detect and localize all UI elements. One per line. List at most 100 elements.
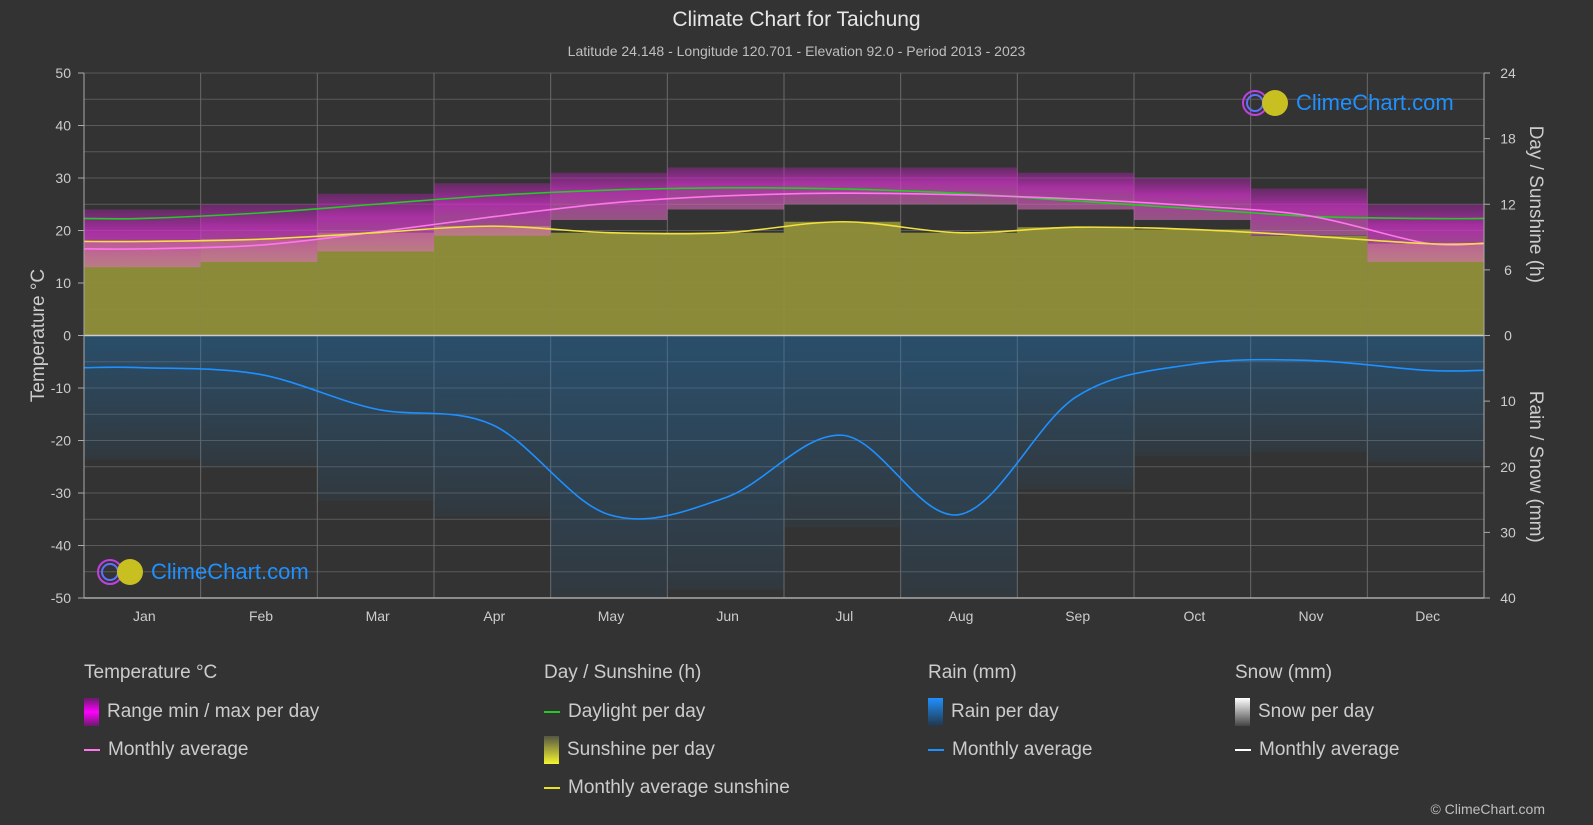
legend-item: Monthly average xyxy=(1235,738,1399,762)
month-label: Feb xyxy=(249,608,273,624)
legend-label: Monthly average xyxy=(108,739,249,760)
legend-label: Monthly average sunshine xyxy=(568,777,790,798)
line-swatch-icon xyxy=(1235,749,1251,751)
legend-title: Temperature °C xyxy=(84,662,218,683)
right-tick-label: 24 xyxy=(1500,65,1516,81)
month-label: Jan xyxy=(133,608,156,624)
sunshine-bar xyxy=(667,232,784,336)
logo-icon xyxy=(97,559,143,585)
right-axis-title-bottom: Rain / Snow (mm) xyxy=(1525,391,1546,543)
month-label: Aug xyxy=(949,608,974,624)
right-tick-label: 10 xyxy=(1500,393,1516,409)
right-tick-label: 12 xyxy=(1500,196,1516,212)
legend-snow: Snow (mm) Snow per day Monthly average xyxy=(1235,662,1399,776)
right-tick-label: 18 xyxy=(1500,131,1516,147)
legend-item: Monthly average xyxy=(928,738,1092,762)
sunshine-bar xyxy=(900,232,1018,336)
sunshine-swatch-icon xyxy=(544,736,559,764)
left-tick-label: 50 xyxy=(55,65,71,81)
left-tick-label: -30 xyxy=(51,485,71,501)
legend-label: Rain per day xyxy=(951,701,1059,722)
month-label: May xyxy=(598,608,624,624)
right-tick-label: 20 xyxy=(1500,459,1516,475)
temperature-range-bar xyxy=(1250,188,1368,236)
legend-title: Day / Sunshine (h) xyxy=(544,662,702,683)
copyright[interactable]: © ClimeChart.com xyxy=(1430,801,1545,817)
logo-top-right[interactable]: ClimeChart.com xyxy=(1240,88,1454,118)
rain-bar xyxy=(1134,335,1251,457)
legend-label: Range min / max per day xyxy=(107,701,320,722)
temperature-range-bar xyxy=(900,167,1018,205)
left-tick-label: -40 xyxy=(51,538,71,554)
month-label: Jun xyxy=(716,608,739,624)
rain-bar xyxy=(317,335,434,501)
left-tick-label: -20 xyxy=(51,433,71,449)
line-swatch-icon xyxy=(544,787,560,789)
rain-bar xyxy=(784,335,901,528)
sunshine-bar xyxy=(550,232,668,336)
month-label: Oct xyxy=(1183,608,1205,624)
right-tick-label: 0 xyxy=(1504,328,1512,344)
rain-swatch-icon xyxy=(928,698,943,726)
logo-icon xyxy=(1242,90,1288,116)
legend-item: Range min / max per day xyxy=(84,698,320,726)
legend-item: Sunshine per day xyxy=(544,736,790,764)
rain-bar xyxy=(200,335,318,467)
snow-swatch-icon xyxy=(1235,698,1250,726)
line-swatch-icon xyxy=(544,711,560,713)
month-label: Apr xyxy=(483,608,505,624)
left-tick-label: 0 xyxy=(63,328,71,344)
rain-bar xyxy=(434,335,551,517)
temperature-range-bar xyxy=(1134,178,1251,220)
line-swatch-icon xyxy=(928,749,944,751)
legend-rain: Rain (mm) Rain per day Monthly average xyxy=(928,662,1092,776)
left-tick-label: 40 xyxy=(55,118,71,134)
sunshine-bar xyxy=(1250,235,1368,336)
rain-bar xyxy=(1367,335,1484,463)
legend-title: Rain (mm) xyxy=(928,662,1017,683)
legend-label: Sunshine per day xyxy=(567,739,715,760)
left-tick-label: -50 xyxy=(51,590,71,606)
line-swatch-icon xyxy=(84,749,100,751)
rain-bar xyxy=(550,335,668,598)
legend-item: Snow per day xyxy=(1235,698,1399,726)
sunshine-bar xyxy=(784,221,901,336)
legend-item: Rain per day xyxy=(928,698,1092,726)
rain-bar xyxy=(1017,335,1134,490)
right-tick-label: 40 xyxy=(1500,590,1516,606)
sunshine-bar xyxy=(1017,227,1134,336)
month-label: Nov xyxy=(1299,608,1324,624)
left-tick-label: 10 xyxy=(55,275,71,291)
legend-item: Daylight per day xyxy=(544,700,790,724)
month-label: Sep xyxy=(1065,608,1090,624)
left-axis-title: Temperature °C xyxy=(28,269,49,402)
right-tick-label: 30 xyxy=(1500,524,1516,540)
logo-text: ClimeChart.com xyxy=(151,559,309,584)
month-label: Jul xyxy=(835,608,853,624)
range-swatch-icon xyxy=(84,698,99,726)
legend-label: Monthly average xyxy=(952,739,1093,760)
left-tick-label: -10 xyxy=(51,380,71,396)
left-tick-label: 30 xyxy=(55,170,71,186)
legend-item: Monthly average sunshine xyxy=(544,776,790,800)
rain-bar xyxy=(84,335,201,460)
left-tick-label: 20 xyxy=(55,223,71,239)
temperature-range-bar xyxy=(550,172,668,220)
legend-label: Daylight per day xyxy=(568,701,706,722)
sunshine-bar xyxy=(434,226,551,336)
legend-sunshine: Day / Sunshine (h) Daylight per day Suns… xyxy=(544,662,790,814)
right-tick-label: 6 xyxy=(1504,262,1512,278)
right-axis-title-top: Day / Sunshine (h) xyxy=(1525,126,1546,283)
month-label: Mar xyxy=(366,608,390,624)
legend-label: Monthly average xyxy=(1259,739,1400,760)
temperature-range-bar xyxy=(784,167,901,205)
sunshine-bar xyxy=(1134,229,1251,336)
temperature-range-bar xyxy=(317,193,434,252)
legend-title: Snow (mm) xyxy=(1235,662,1333,683)
rain-bar xyxy=(900,335,1018,598)
logo-text: ClimeChart.com xyxy=(1296,90,1454,115)
legend-temperature: Temperature °C Range min / max per day M… xyxy=(84,662,319,776)
logo-bottom-left[interactable]: ClimeChart.com xyxy=(95,557,309,587)
month-label: Dec xyxy=(1415,608,1440,624)
legend-label: Snow per day xyxy=(1258,701,1375,722)
